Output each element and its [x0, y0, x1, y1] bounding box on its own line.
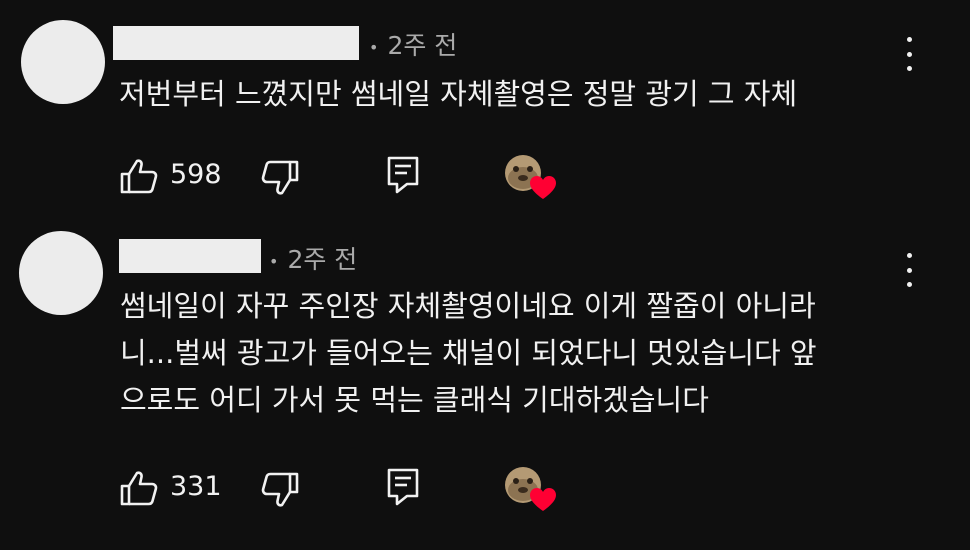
more-actions-button[interactable] — [899, 253, 919, 287]
commenter-name-redacted[interactable] — [113, 26, 359, 60]
creator-heart-icon — [530, 176, 556, 199]
comment-action-bar: 598 — [0, 154, 970, 199]
comment-text-line: 으로도 어디 가서 못 먹는 클래식 기대하겠습니다 — [120, 383, 709, 417]
commenter-name-redacted[interactable] — [119, 239, 261, 273]
like-icon[interactable] — [120, 470, 158, 506]
comment-thread-2: • 2주 전 썸네일이 자꾸 주인장 자체촬영이네요 이게 짤줍이 아니라 니..… — [0, 215, 970, 550]
comment-text-line: 썸네일이 자꾸 주인장 자체촬영이네요 이게 짤줍이 아니라 — [120, 289, 816, 323]
more-vert-icon — [906, 37, 912, 42]
comment-text: 저번부터 느꼈지만 썸네일 자체촬영은 정말 광기 그 자체 — [119, 71, 797, 118]
timestamp-text: 2주 전 — [387, 31, 458, 60]
comment-thread-1: • 2주 전 저번부터 느꼈지만 썸네일 자체촬영은 정말 광기 그 자체 598 — [0, 0, 970, 215]
like-count: 331 — [170, 471, 222, 502]
timestamp-text: 2주 전 — [287, 245, 358, 274]
like-icon[interactable] — [120, 158, 158, 194]
comment-text-line: 니...벌써 광고가 들어오는 채널이 되었다니 멋있습니다 앞 — [120, 336, 817, 370]
creator-heart-icon — [530, 488, 556, 511]
reply-icon[interactable] — [387, 156, 419, 194]
commenter-avatar[interactable] — [21, 20, 105, 104]
dislike-icon[interactable] — [261, 160, 299, 196]
comment-text: 썸네일이 자꾸 주인장 자체촬영이네요 이게 짤줍이 아니라 니...벌써 광고… — [120, 283, 817, 424]
commenter-avatar[interactable] — [19, 231, 103, 315]
comment-text-line: 저번부터 느꼈지만 썸네일 자체촬영은 정말 광기 그 자체 — [119, 77, 798, 111]
more-actions-button[interactable] — [899, 37, 919, 71]
comment-timestamp[interactable]: • 2주 전 — [269, 240, 357, 276]
creator-heart-badge — [504, 466, 556, 516]
creator-heart-badge — [504, 154, 556, 204]
separator-dot: • — [369, 37, 379, 57]
dislike-icon[interactable] — [261, 472, 299, 508]
reply-icon[interactable] — [387, 468, 419, 506]
comment-action-bar: 331 — [0, 466, 970, 511]
like-count: 598 — [170, 159, 222, 190]
comment-timestamp[interactable]: • 2주 전 — [369, 26, 457, 62]
separator-dot: • — [269, 251, 279, 271]
more-vert-icon — [906, 253, 912, 258]
